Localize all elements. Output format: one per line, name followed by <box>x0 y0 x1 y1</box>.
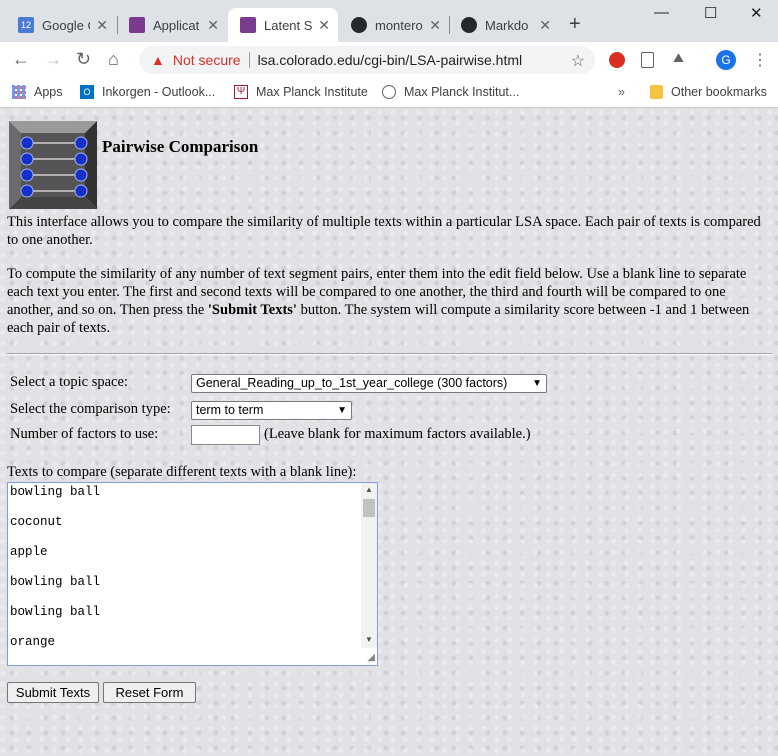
bookmark-star-icon[interactable]: ☆ <box>571 51 585 71</box>
tab-title: Markdo <box>485 17 529 33</box>
tab-latent-semantic[interactable]: Latent Se ✕ <box>228 8 338 42</box>
adblock-icon[interactable] <box>609 52 625 68</box>
text-entry: coconut <box>10 515 63 529</box>
forward-icon[interactable]: → <box>44 49 62 70</box>
intro-paragraph: This interface allows you to compare the… <box>7 214 761 248</box>
scroll-up-icon[interactable]: ▲ <box>365 485 373 494</box>
factors-hint: (Leave blank for maximum factors availab… <box>264 426 531 442</box>
tab-title: Applicat <box>153 17 200 33</box>
bookmark-outlook[interactable]: O Inkorgen - Outlook... <box>80 85 215 99</box>
resize-grip-icon[interactable]: ◢ <box>367 652 375 663</box>
factors-input[interactable] <box>191 425 260 445</box>
close-icon[interactable]: ✕ <box>429 17 441 34</box>
browser-menu-icon[interactable]: ⋮ <box>752 50 768 70</box>
bookmark-apps[interactable]: Apps <box>12 85 63 99</box>
reload-icon[interactable]: ↻ <box>76 49 91 70</box>
text-entry: bowling ball <box>10 605 101 619</box>
texts-label: Texts to compare (separate different tex… <box>7 464 357 480</box>
bookmarks-bar: Apps O Inkorgen - Outlook... Ψ Max Planc… <box>0 78 778 108</box>
back-icon[interactable]: ← <box>12 49 30 70</box>
bookmark-mpi-2[interactable]: Max Planck Institut... <box>382 85 519 99</box>
bookmark-label: Max Planck Institut... <box>404 85 520 99</box>
scroll-down-icon[interactable]: ▼ <box>365 635 373 644</box>
apps-grid-icon <box>12 85 26 99</box>
url-text[interactable]: lsa.colorado.edu/cgi-bin/LSA-pairwise.ht… <box>258 52 523 68</box>
bookmark-label: Max Planck Institute <box>256 85 368 99</box>
text-entry: orange <box>10 635 56 649</box>
mountains-icon[interactable]: ⛰ <box>673 50 689 66</box>
profile-avatar[interactable]: G <box>716 50 736 70</box>
folder-icon <box>650 85 663 99</box>
lsa-icon <box>240 17 256 33</box>
textarea-content: bowling ball coconut apple bowling ball … <box>10 485 100 665</box>
comparison-type-label: Select the comparison type: <box>10 401 171 417</box>
close-icon[interactable]: ✕ <box>96 17 108 34</box>
omnibox-divider <box>248 52 250 68</box>
tab-github-markdown[interactable]: Markdo ✕ <box>449 8 559 42</box>
text-entry: bowling ball <box>10 575 101 589</box>
security-label[interactable]: Not secure <box>173 52 241 68</box>
outlook-icon: O <box>80 85 94 99</box>
close-icon[interactable]: ✕ <box>207 17 219 34</box>
mpi-icon: Ψ <box>234 85 248 99</box>
text-entry: apple <box>10 545 48 559</box>
maximize-button[interactable]: ☐ <box>704 4 717 22</box>
warning-icon: ▲ <box>151 52 165 68</box>
topic-space-select[interactable]: General_Reading_up_to_1st_year_college (… <box>191 374 547 393</box>
instructions-paragraph: To compute the similarity of any number … <box>7 265 771 337</box>
textarea-scrollbar[interactable]: ▲ ▼ <box>361 483 377 648</box>
submit-texts-button[interactable]: Submit Texts <box>7 682 99 703</box>
page-content: Pairwise Comparison This interface allow… <box>0 109 778 756</box>
window-close-button[interactable]: ✕ <box>750 4 763 22</box>
close-icon[interactable]: ✕ <box>539 17 551 34</box>
tab-title: Google C <box>42 17 90 33</box>
tab-github-montero[interactable]: montero ✕ <box>339 8 449 42</box>
lsa-logo-icon <box>9 121 97 209</box>
factors-label: Number of factors to use: <box>10 426 159 442</box>
new-tab-button[interactable]: + <box>569 13 581 36</box>
reset-form-button[interactable]: Reset Form <box>103 682 196 703</box>
dropdown-arrow-icon: ▼ <box>532 378 542 389</box>
bookmarks-overflow-icon[interactable]: » <box>618 85 625 99</box>
topic-space-value: General_Reading_up_to_1st_year_college (… <box>196 376 508 390</box>
address-bar[interactable]: ▲ Not secure lsa.colorado.edu/cgi-bin/LS… <box>139 46 595 74</box>
topic-space-label: Select a topic space: <box>10 374 128 390</box>
home-icon[interactable]: ⌂ <box>108 49 119 70</box>
text-entry: bowling ball <box>10 485 101 499</box>
minimize-button[interactable]: — <box>654 4 669 21</box>
bookmark-label: Inkorgen - Outlook... <box>102 85 216 99</box>
globe-icon <box>382 85 396 99</box>
instructions-emphasis: 'Submit Texts' <box>207 302 297 318</box>
close-icon[interactable]: ✕ <box>318 17 330 34</box>
scrollbar-thumb[interactable] <box>363 499 375 517</box>
bookmark-label: Apps <box>34 85 63 99</box>
bookmark-label: Other bookmarks <box>671 85 767 99</box>
tab-applications[interactable]: Applicat ✕ <box>117 8 227 42</box>
texts-textarea[interactable]: bowling ball coconut apple bowling ball … <box>7 482 378 666</box>
github-icon <box>461 17 477 33</box>
tab-google-calendar[interactable]: 12 Google C ✕ <box>6 8 116 42</box>
page-title: Pairwise Comparison <box>102 137 259 156</box>
comparison-type-select[interactable]: term to term ▼ <box>191 401 352 420</box>
calendar-icon: 12 <box>18 17 34 33</box>
tab-strip: 12 Google C ✕ Applicat ✕ Latent Se ✕ mon… <box>0 0 778 42</box>
tab-title: montero <box>375 17 423 33</box>
tab-title: Latent Se <box>264 17 312 33</box>
browser-toolbar: ← → ↻ ⌂ ▲ Not secure lsa.colorado.edu/cg… <box>0 42 778 78</box>
github-icon <box>351 17 367 33</box>
bookmark-mpi[interactable]: Ψ Max Planck Institute <box>234 85 368 99</box>
dropdown-arrow-icon: ▼ <box>337 405 347 416</box>
other-bookmarks[interactable]: Other bookmarks <box>650 85 767 99</box>
divider <box>7 353 772 355</box>
comparison-type-value: term to term <box>196 403 264 417</box>
document-icon[interactable] <box>641 52 654 68</box>
lsa-icon <box>129 17 145 33</box>
